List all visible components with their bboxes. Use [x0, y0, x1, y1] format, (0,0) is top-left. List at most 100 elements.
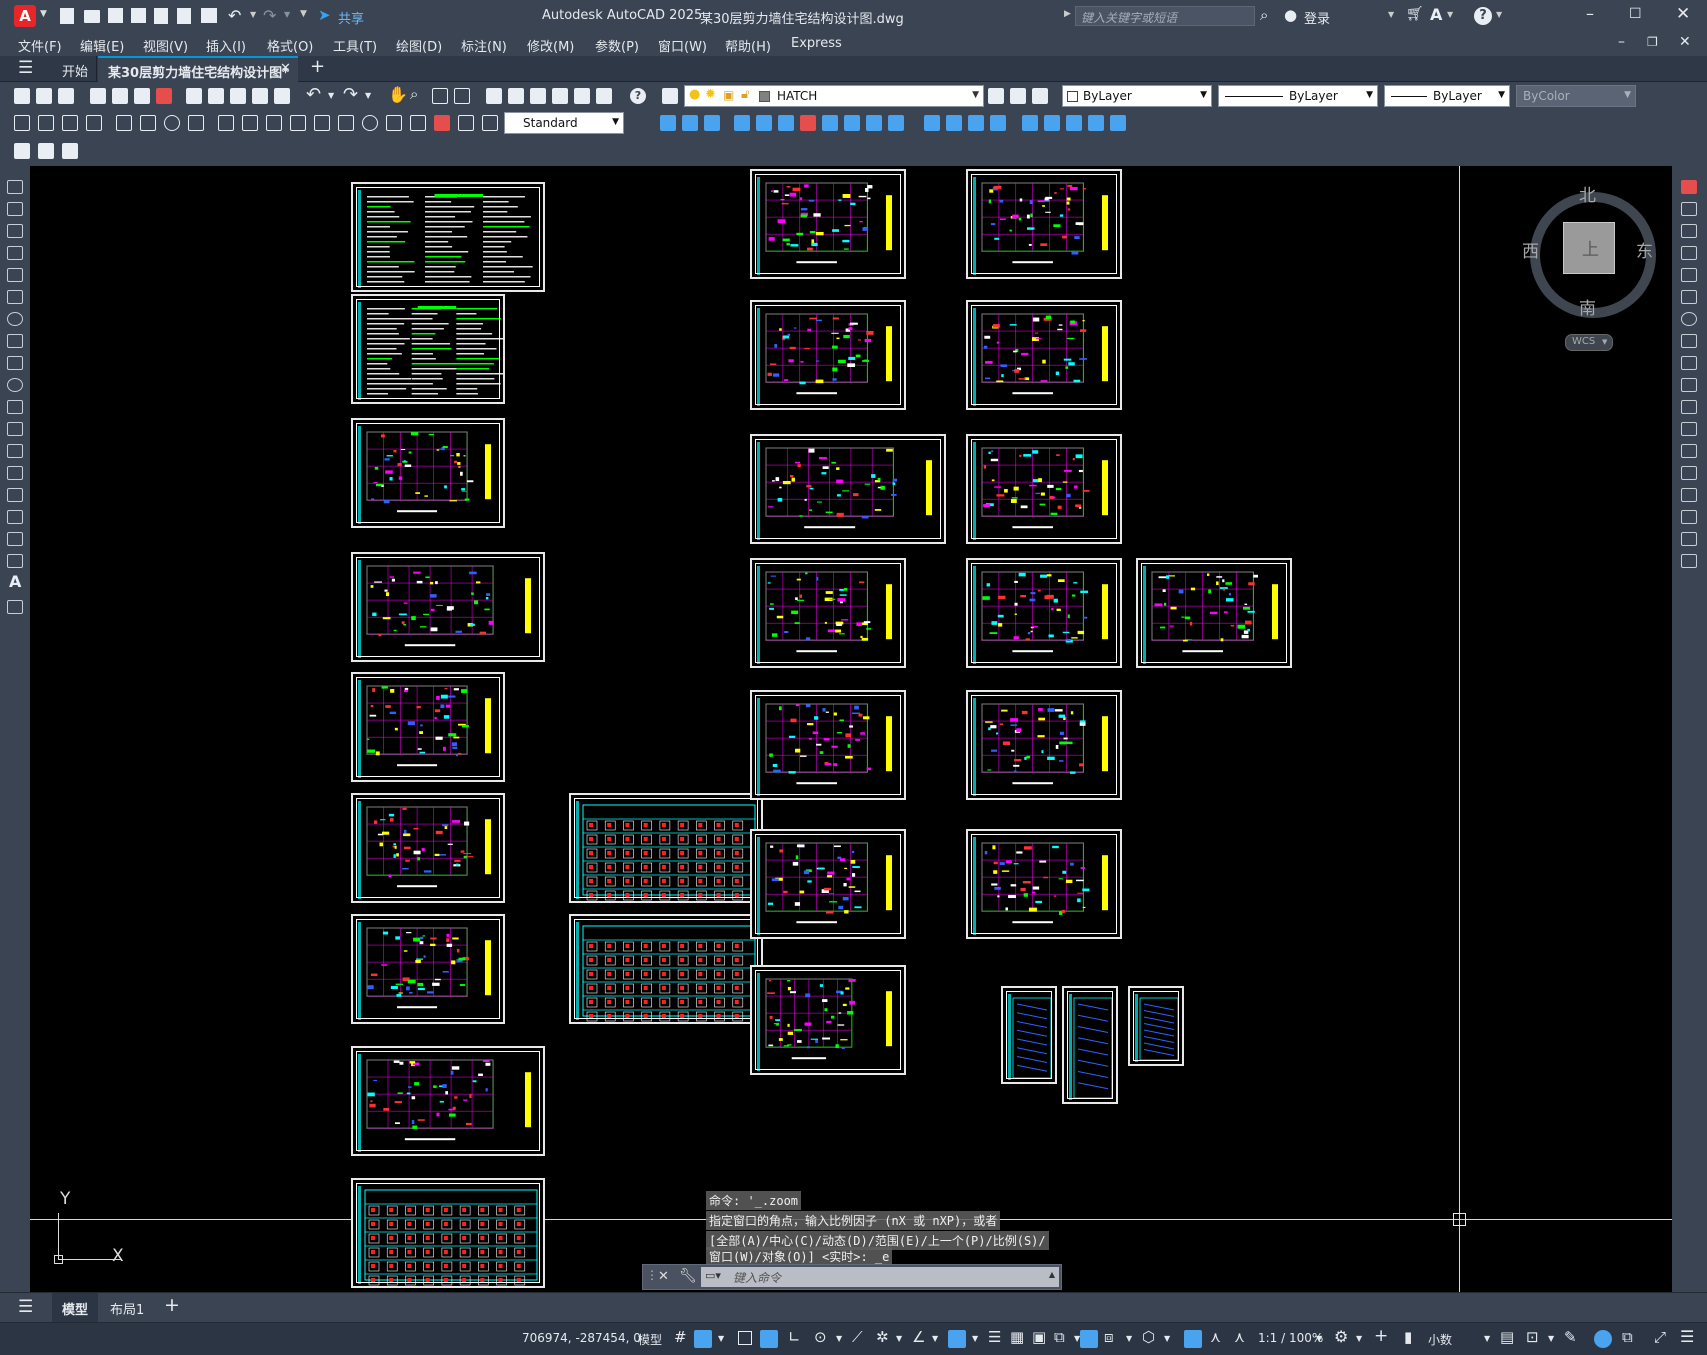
make-current-layer-icon[interactable]	[988, 88, 1004, 104]
3d-print-icon[interactable]	[156, 88, 172, 104]
annotation-visibility-icon[interactable]	[1184, 1330, 1202, 1348]
signin-button[interactable]: 登录	[1304, 8, 1330, 27]
drawing-sheet[interactable]	[966, 300, 1122, 410]
copy-icon[interactable]	[1681, 202, 1697, 216]
object-snap-icon[interactable]: ∠	[912, 1328, 925, 1346]
app-menu-chevron-icon[interactable]: ▼	[40, 9, 47, 19]
inspection-icon[interactable]	[386, 115, 402, 131]
multiline-text-icon[interactable]: A	[9, 572, 21, 591]
lengthen-icon[interactable]	[1044, 115, 1060, 131]
coordinates-readout[interactable]: 706974, -287454, 0	[522, 1331, 641, 1345]
drawing-sheet[interactable]	[750, 300, 906, 410]
break-icon[interactable]	[888, 115, 904, 131]
drawing-sheet[interactable]	[351, 418, 505, 528]
minimize-window-icon[interactable]: –	[1586, 4, 1594, 23]
dimension-space-icon[interactable]	[290, 115, 306, 131]
drawing-sheet[interactable]	[750, 690, 906, 800]
lineweight-dropdown[interactable]: ByLayer ▼	[1384, 85, 1510, 107]
drawing-sheet[interactable]	[966, 434, 1122, 544]
menu-tools[interactable]: 工具(T)	[333, 36, 377, 55]
move-icon[interactable]	[756, 115, 772, 131]
tab-document[interactable]: 某30层剪力墙住宅结构设计图* ✕	[98, 56, 298, 82]
object-snap-tracking-icon[interactable]: ✲	[876, 1328, 889, 1346]
extend-icon[interactable]	[866, 115, 882, 131]
dimension-break-icon[interactable]	[314, 115, 330, 131]
drawing-canvas[interactable]: 上 北 南 西 东 WCS ▼ Y X 命令: '_.zoom 指定窗口的角点，…	[30, 166, 1672, 1292]
linetype-dropdown[interactable]: ByLayer ▼	[1218, 85, 1378, 107]
jogged-linear-icon[interactable]	[410, 115, 426, 131]
polygon-icon[interactable]	[7, 246, 23, 260]
join-icon[interactable]	[990, 115, 1006, 131]
circle-icon[interactable]	[7, 312, 23, 326]
isodraft-icon[interactable]: ⟋	[852, 1328, 863, 1346]
plot-preview-icon[interactable]	[112, 88, 128, 104]
drawing-sheet[interactable]	[351, 1178, 545, 1288]
tab-layout1[interactable]: 布局1	[110, 1299, 144, 1318]
maximize-window-icon[interactable]: ☐	[1629, 6, 1642, 22]
color-dropdown[interactable]: ByLayer ▼	[1062, 85, 1212, 107]
drawing-sheet[interactable]	[750, 829, 906, 939]
save-as-icon[interactable]	[131, 8, 146, 23]
search-input[interactable]: 键入关键字或短语	[1075, 6, 1255, 26]
make-block-icon[interactable]	[7, 444, 23, 458]
polyline-icon[interactable]	[7, 224, 23, 238]
match-properties-icon[interactable]	[252, 88, 268, 104]
drawing-sheet[interactable]	[569, 793, 763, 903]
command-grip-icon[interactable]: ⋮	[646, 1268, 658, 1282]
help-icon[interactable]: ?	[630, 88, 646, 104]
units-icon[interactable]: ▮	[1404, 1328, 1412, 1346]
add-selected-icon[interactable]	[7, 600, 23, 614]
isolate-objects-icon[interactable]: ✎	[1564, 1328, 1577, 1346]
layer-previous-icon[interactable]	[1010, 88, 1026, 104]
explode-icon[interactable]	[968, 115, 984, 131]
gradient-icon[interactable]	[7, 510, 23, 524]
open-icon[interactable]	[36, 88, 52, 104]
drawing-sheet[interactable]	[1136, 558, 1292, 668]
layer-dropdown[interactable]: ● ✹ ▣ 🔓︎ HATCH ▼	[684, 85, 984, 107]
signin-dropdown-icon[interactable]: ▼	[1388, 10, 1394, 19]
break-at-point-icon[interactable]	[1022, 115, 1038, 131]
drawing-sheet[interactable]	[351, 793, 505, 903]
offset-icon[interactable]	[1681, 246, 1697, 260]
construction-line-icon[interactable]	[7, 202, 23, 216]
share-button[interactable]: 共享	[338, 8, 364, 27]
align-icon[interactable]	[1066, 115, 1082, 131]
layout-list-icon[interactable]: ☰	[18, 1297, 33, 1317]
quick-dimension-icon[interactable]	[218, 115, 234, 131]
viewcube-west[interactable]: 西	[1522, 237, 1539, 262]
selection-cycling-icon[interactable]: ▣	[1032, 1328, 1046, 1346]
lock-ui-dropdown-icon[interactable]: ▼	[1548, 1334, 1554, 1343]
user-icon[interactable]: ●	[1284, 6, 1297, 24]
undo-icon[interactable]: ↶	[228, 6, 241, 25]
quick-properties-icon[interactable]: ▤	[1500, 1328, 1514, 1346]
drawing-sheet[interactable]	[966, 829, 1122, 939]
drawing-sheet[interactable]	[351, 552, 545, 662]
gizmo-icon[interactable]: ⬡	[1142, 1328, 1155, 1346]
break-icon[interactable]	[1681, 444, 1697, 458]
undo-icon[interactable]: ↶	[306, 84, 321, 105]
move-icon[interactable]	[1681, 290, 1697, 304]
drawing-sheet[interactable]	[351, 1046, 545, 1156]
angular-dimension-icon[interactable]	[188, 115, 204, 131]
redo-dropdown-icon[interactable]: ▼	[365, 91, 371, 100]
undo-dropdown-icon[interactable]: ▼	[328, 91, 334, 100]
table-icon[interactable]	[7, 554, 23, 568]
undo-dropdown-icon[interactable]: ▼	[250, 10, 256, 19]
insert-block-icon[interactable]	[7, 422, 23, 436]
graphics-performance-icon[interactable]	[1594, 1330, 1612, 1348]
extend-icon[interactable]	[1681, 400, 1697, 414]
redo-dropdown-icon[interactable]: ▼	[284, 10, 290, 19]
menu-window[interactable]: 窗口(W)	[658, 36, 707, 55]
selection-filter-dropdown-icon[interactable]: ▼	[1126, 1334, 1132, 1343]
new-file-icon[interactable]	[60, 8, 74, 24]
menu-help[interactable]: 帮助(H)	[725, 36, 771, 55]
scale-icon[interactable]	[800, 115, 816, 131]
publish-icon[interactable]	[134, 88, 150, 104]
drawing-sheet[interactable]	[351, 672, 505, 782]
autodesk-a360-icon[interactable]: A	[1430, 5, 1442, 24]
command-history-button[interactable]: ▭▾	[705, 1269, 721, 1282]
line-icon[interactable]	[7, 180, 23, 194]
join-icon[interactable]	[1681, 466, 1697, 480]
auto-scale-icon[interactable]: ⋏	[1210, 1328, 1221, 1346]
chamfer-icon[interactable]	[946, 115, 962, 131]
